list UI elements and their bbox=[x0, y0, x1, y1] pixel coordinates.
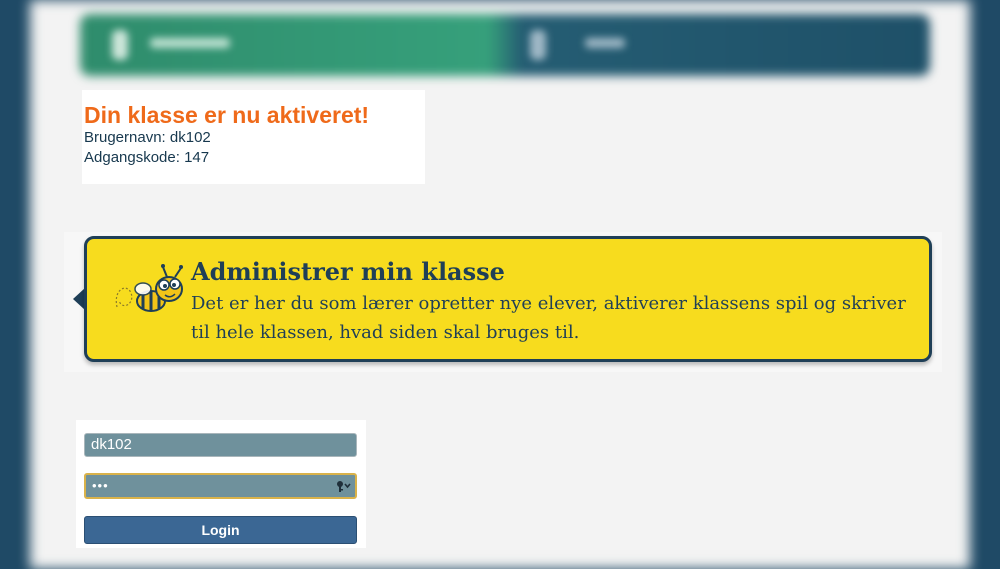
blurred-nav-label bbox=[585, 38, 625, 48]
blurred-nav-label bbox=[150, 38, 230, 48]
login-form: dk102 ••• Login bbox=[76, 420, 366, 548]
admin-class-callout: Administrer min klasse Det er her du som… bbox=[84, 236, 932, 362]
password-value: ••• bbox=[92, 478, 109, 493]
blurred-nav-icon bbox=[112, 30, 128, 60]
username-info: Brugernavn: dk102 bbox=[84, 129, 211, 146]
activation-notice: Din klasse er nu aktiveret! Brugernavn: … bbox=[82, 90, 425, 184]
activation-title: Din klasse er nu aktiveret! bbox=[84, 102, 370, 128]
username-input[interactable]: dk102 bbox=[84, 433, 357, 457]
callout-title: Administrer min klasse bbox=[191, 257, 505, 286]
password-input[interactable]: ••• bbox=[84, 473, 357, 499]
callout-description: Det er her du som lærer opretter nye ele… bbox=[191, 293, 906, 343]
callout-container: Administrer min klasse Det er her du som… bbox=[64, 232, 942, 372]
blurred-nav-icon bbox=[530, 30, 546, 60]
key-icon[interactable] bbox=[335, 478, 351, 494]
login-button[interactable]: Login bbox=[84, 516, 357, 544]
bee-icon bbox=[115, 264, 183, 312]
password-info: Adgangskode: 147 bbox=[84, 149, 210, 166]
